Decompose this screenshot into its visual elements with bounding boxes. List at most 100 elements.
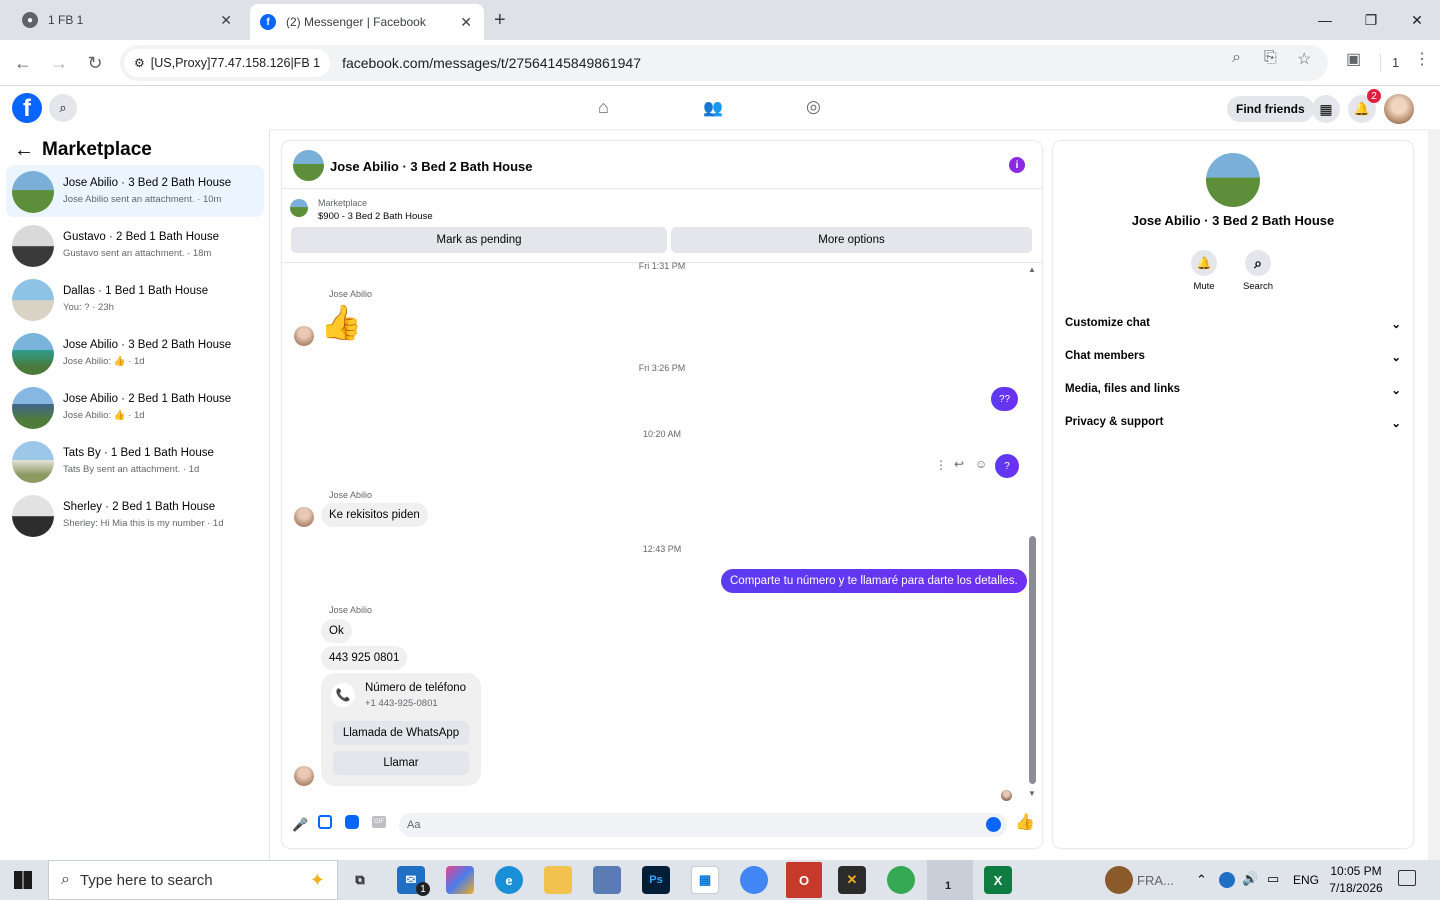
close-tab-icon[interactable]: ✕ — [220, 12, 232, 29]
whatsapp-call-button[interactable]: Llamada de WhatsApp — [333, 721, 469, 745]
listing-thumbnail[interactable] — [290, 199, 308, 217]
photoshop-icon[interactable]: Ps — [642, 866, 670, 894]
chat-info-avatar[interactable] — [1206, 153, 1260, 207]
file-explorer-icon[interactable] — [544, 866, 572, 894]
close-window-icon[interactable]: ✕ — [1394, 0, 1440, 40]
copilot-icon[interactable] — [446, 866, 474, 894]
sender-avatar[interactable] — [294, 326, 314, 346]
more-options-button[interactable]: More options — [671, 227, 1032, 253]
profile-avatar[interactable] — [1384, 94, 1414, 124]
menu-grid-icon[interactable]: ▦ — [1312, 95, 1340, 123]
sender-name: Jose Abilio — [329, 289, 373, 299]
outgoing-message[interactable]: Comparte tu número y te llamaré para dar… — [721, 569, 1027, 593]
conversation-item[interactable]: Sherley · 2 Bed 1 Bath House Sherley: Hi… — [6, 489, 264, 541]
like-thumb-icon[interactable]: 👍 — [1015, 812, 1035, 832]
store-icon[interactable]: ▦ — [691, 866, 719, 894]
conversation-item[interactable]: Dallas · 1 Bed 1 Bath House You: ? · 23h — [6, 273, 264, 325]
groups-icon[interactable]: ◎ — [806, 97, 821, 117]
conversation-item[interactable]: Jose Abilio · 3 Bed 2 Bath House Jose Ab… — [6, 165, 264, 217]
search-icon[interactable]: ⌕ — [1245, 250, 1271, 276]
chat-members-row[interactable]: Chat members ⌄ — [1065, 350, 1401, 364]
volume-icon[interactable]: 🔊 — [1242, 871, 1258, 887]
task-view-icon[interactable]: ⧉ — [346, 866, 374, 894]
chat-avatar[interactable] — [293, 150, 324, 181]
microphone-icon[interactable]: 🎤 — [292, 817, 308, 833]
forward-arrow-icon[interactable]: → — [44, 48, 74, 78]
outgoing-message[interactable]: ?? — [991, 387, 1018, 411]
message-input[interactable]: Aa — [399, 813, 1007, 837]
sender-avatar[interactable] — [294, 507, 314, 527]
profile-count[interactable]: 1 — [1392, 55, 1399, 70]
tab-messenger[interactable]: f (2) Messenger | Facebook ✕ — [250, 4, 484, 40]
react-emoji-icon[interactable]: ☺ — [975, 457, 987, 471]
back-arrow-icon[interactable]: ← — [8, 48, 38, 78]
clock-time[interactable]: 10:05 PM — [1324, 864, 1388, 878]
minimize-icon[interactable]: — — [1302, 0, 1348, 40]
excel-icon[interactable]: X — [984, 866, 1012, 894]
opera-icon[interactable]: O — [786, 862, 822, 898]
reply-icon[interactable]: ↩ — [954, 457, 964, 471]
language-indicator[interactable]: ENG — [1293, 873, 1319, 887]
chat-scroll-thumb[interactable] — [1029, 536, 1036, 784]
call-button[interactable]: Llamar — [333, 751, 469, 775]
search-icon[interactable]: ⌕ — [49, 94, 77, 122]
site-info-chip[interactable]: ⚙ [US,Proxy]77.47.158.126|FB 1 — [124, 49, 331, 77]
tab-fb1[interactable]: ● 1 FB 1 ✕ — [8, 0, 244, 40]
clock-date[interactable]: 7/18/2026 — [1324, 881, 1388, 895]
menu-dots-icon[interactable]: ⋮ — [1414, 49, 1430, 69]
tray-app-icon[interactable] — [1105, 866, 1133, 894]
home-icon[interactable]: ⌂ — [598, 97, 609, 118]
app-x-icon[interactable]: ✕ — [838, 866, 866, 894]
conversation-item[interactable]: Tats By · 1 Bed 1 Bath House Tats By sen… — [6, 435, 264, 487]
chat-title[interactable]: Jose Abilio · 3 Bed 2 Bath House — [330, 159, 533, 174]
conversation-item[interactable]: Jose Abilio · 3 Bed 2 Bath House Jose Ab… — [6, 327, 264, 379]
outgoing-message[interactable]: ? — [995, 454, 1019, 478]
scroll-down-icon[interactable]: ▼ — [1028, 789, 1036, 798]
mark-as-pending-button[interactable]: Mark as pending — [291, 227, 667, 253]
emoji-icon[interactable] — [986, 817, 1001, 832]
control-panel-icon[interactable] — [593, 866, 621, 894]
thumbs-up-sticker-icon[interactable]: 👍 — [320, 303, 362, 343]
install-app-icon[interactable]: ⎘ — [1264, 49, 1277, 67]
conversation-item[interactable]: Gustavo · 2 Bed 1 Bath House Gustavo sen… — [6, 219, 264, 271]
incoming-message[interactable]: Ok — [321, 619, 352, 643]
new-tab-button[interactable]: + — [494, 9, 506, 32]
friends-icon[interactable]: 👥 — [703, 98, 723, 118]
network-icon[interactable]: ▭ — [1267, 871, 1279, 887]
photo-icon[interactable] — [318, 815, 332, 829]
media-files-row[interactable]: Media, files and links ⌄ — [1065, 383, 1401, 397]
taskbar-search[interactable]: ⌕ Type here to search ✦ — [48, 860, 338, 900]
address-bar[interactable]: ⚙ [US,Proxy]77.47.158.126|FB 1 facebook.… — [120, 45, 1328, 81]
more-actions-icon[interactable]: ⋮ — [935, 458, 947, 472]
scroll-up-icon[interactable]: ▲ — [1028, 265, 1036, 274]
sender-avatar[interactable] — [294, 766, 314, 786]
conversation-item[interactable]: Jose Abilio · 2 Bed 1 Bath House Jose Ab… — [6, 381, 264, 433]
windows-start-icon[interactable] — [14, 871, 32, 889]
privacy-support-row[interactable]: Privacy & support ⌄ — [1065, 416, 1401, 430]
close-tab-icon[interactable]: ✕ — [460, 14, 472, 31]
listing-title[interactable]: $900 - 3 Bed 2 Bath House — [318, 211, 433, 222]
chrome-icon[interactable] — [740, 866, 768, 894]
edge-browser-icon[interactable]: e — [495, 866, 523, 894]
incoming-message[interactable]: 443 925 0801 — [321, 646, 408, 670]
side-panel-icon[interactable]: ▣ — [1346, 49, 1361, 69]
bookmark-star-icon[interactable]: ☆ — [1297, 49, 1311, 69]
incoming-message[interactable]: Ke rekisitos piden — [321, 503, 428, 527]
maximize-icon[interactable]: ❐ — [1348, 0, 1394, 40]
facebook-logo-icon[interactable]: f — [12, 93, 42, 123]
info-icon[interactable]: i — [1009, 157, 1025, 173]
sticker-icon[interactable] — [345, 815, 359, 829]
find-friends-button[interactable]: Find friends — [1227, 96, 1314, 122]
page-scrollbar[interactable] — [1428, 129, 1440, 860]
notification-center-icon[interactable] — [1398, 870, 1416, 886]
url-text[interactable]: facebook.com/messages/t/2756414584986194… — [342, 55, 641, 71]
mute-bell-icon[interactable]: 🔔 — [1191, 250, 1217, 276]
customize-chat-row[interactable]: Customize chat ⌄ — [1065, 317, 1401, 331]
reload-icon[interactable]: ↻ — [80, 48, 110, 78]
vpn-icon[interactable] — [1219, 872, 1235, 888]
chevron-up-icon[interactable]: ⌃ — [1196, 872, 1207, 888]
gif-icon[interactable]: GIF — [372, 816, 386, 828]
back-arrow-icon[interactable]: ← — [14, 139, 34, 162]
chrome-profile-icon[interactable] — [887, 866, 915, 894]
zoom-icon[interactable]: ⌕ — [1232, 49, 1241, 67]
